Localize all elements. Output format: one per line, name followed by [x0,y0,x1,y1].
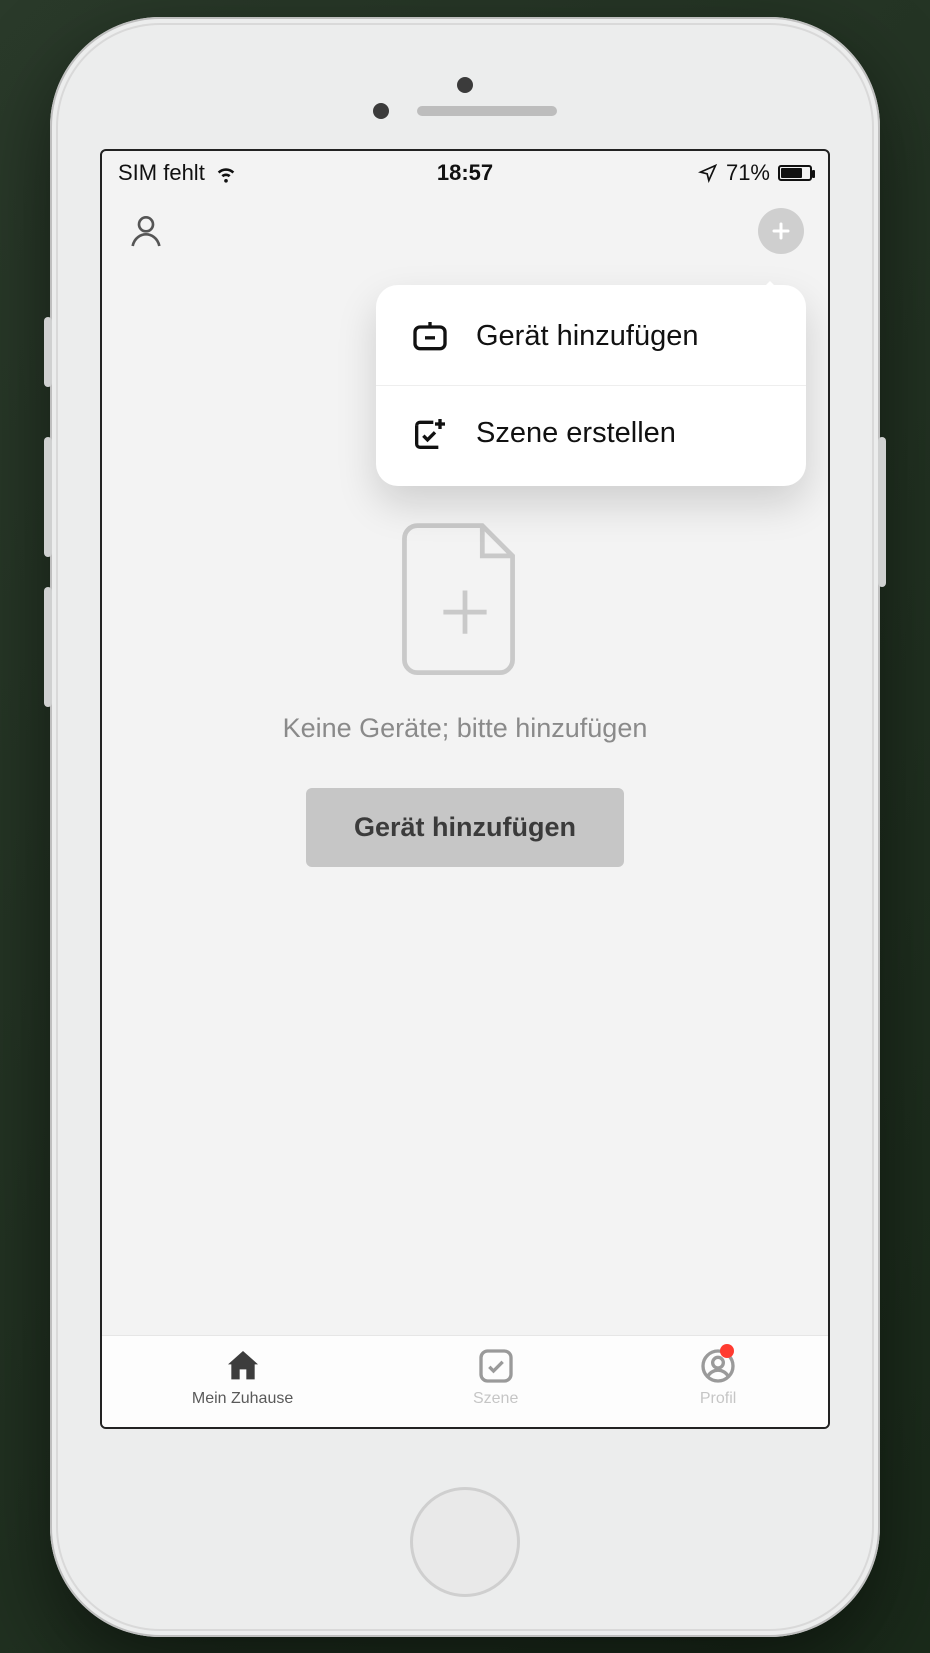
checkbox-icon [476,1346,516,1386]
status-left: SIM fehlt [118,160,237,186]
plus-icon [769,219,793,243]
add-device-button[interactable]: Gerät hinzufügen [306,788,624,867]
volume-down [44,587,52,707]
earpiece [417,106,557,116]
tab-scene[interactable]: Szene [473,1346,518,1408]
mute-switch [44,317,52,387]
header [102,195,828,267]
device-icon [410,317,450,357]
tab-scene-label: Szene [473,1390,518,1408]
battery-pct: 71% [726,160,770,186]
tab-bar: Mein Zuhause Szene Profil [102,1335,828,1427]
carrier-text: SIM fehlt [118,160,205,186]
add-document-icon [400,517,530,677]
battery-icon [778,165,812,181]
wifi-icon [215,162,237,184]
add-menu-popover: Gerät hinzufügen Szene erstellen [376,285,806,486]
tab-home[interactable]: Mein Zuhause [192,1346,293,1408]
tab-profile-label: Profil [700,1390,736,1408]
menu-add-device[interactable]: Gerät hinzufügen [376,289,806,385]
home-button[interactable] [410,1487,520,1597]
earpiece-row [373,103,557,119]
menu-add-device-label: Gerät hinzufügen [476,320,698,353]
tab-profile[interactable]: Profil [698,1346,738,1408]
power-button [878,437,886,587]
profile-icon[interactable] [126,211,166,251]
sensor-dot [373,103,389,119]
scene-icon [410,414,450,454]
notification-dot [720,1344,734,1358]
home-icon [223,1346,263,1386]
empty-text: Keine Geräte; bitte hinzufügen [283,713,648,744]
volume-up [44,437,52,557]
add-button[interactable] [758,208,804,254]
status-time: 18:57 [437,160,493,186]
status-right: 71% [698,160,812,186]
tab-home-label: Mein Zuhause [192,1390,293,1408]
status-bar: SIM fehlt 18:57 71% [102,151,828,195]
location-icon [698,163,718,183]
front-camera-dot [457,77,473,93]
menu-create-scene-label: Szene erstellen [476,417,676,450]
screen: SIM fehlt 18:57 71% [100,149,830,1429]
phone-frame: SIM fehlt 18:57 71% [50,17,880,1637]
menu-create-scene[interactable]: Szene erstellen [376,385,806,482]
